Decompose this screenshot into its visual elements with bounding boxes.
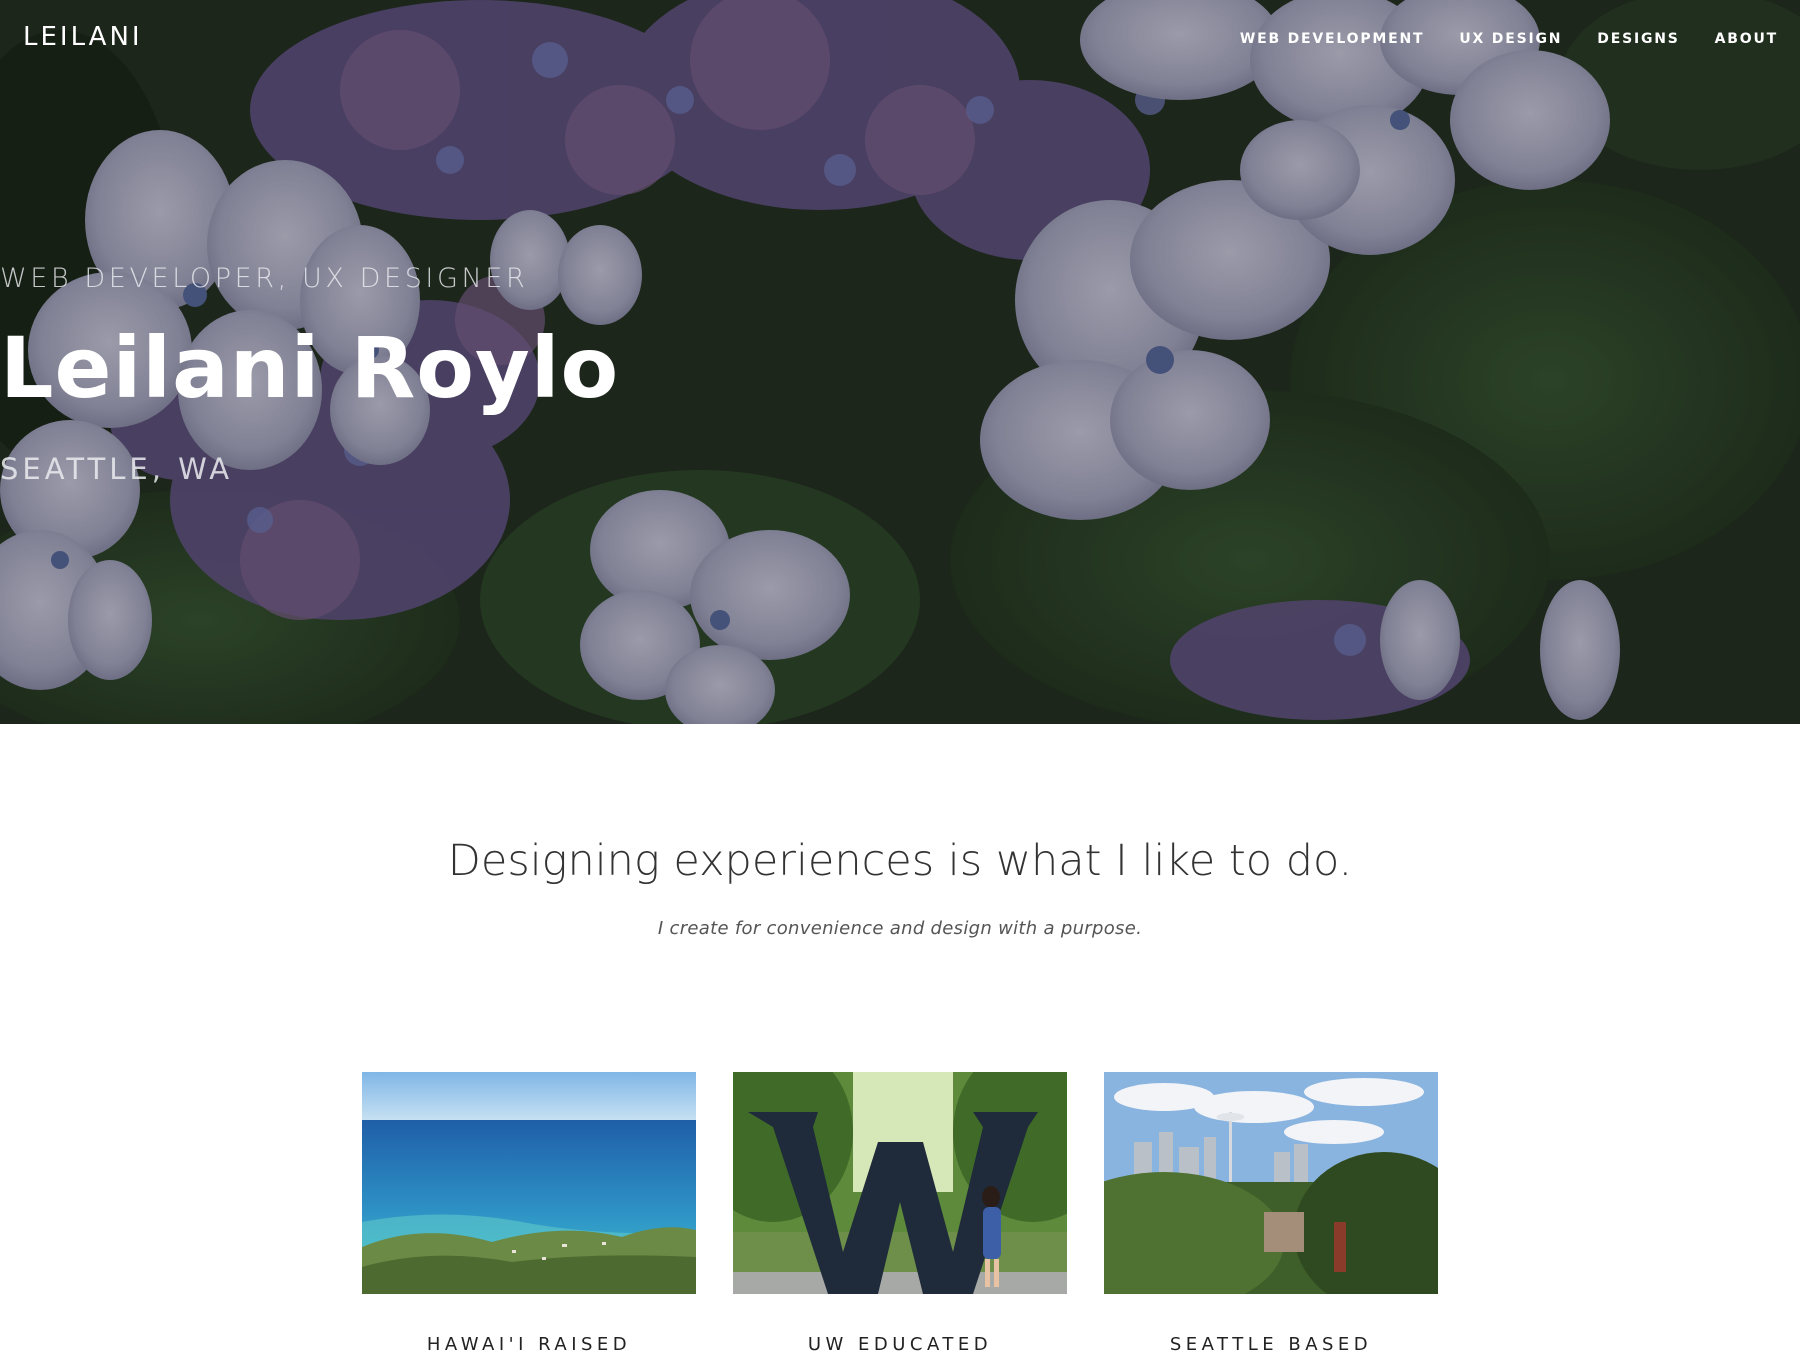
hero-location: SEATTLE, WA xyxy=(0,452,234,486)
hero-eyebrow: WEB DEVELOPER, UX DESIGNER xyxy=(0,263,529,294)
uw-w-statue-photo xyxy=(733,1072,1067,1294)
card-hawaii: HAWAI'I RAISED xyxy=(362,1072,696,1355)
nav-item-web-development[interactable]: WEB DEVELOPMENT xyxy=(1240,31,1424,47)
site-logo[interactable]: LEILANI xyxy=(23,22,143,52)
hero-section: LEILANI WEB DEVELOPMENT UX DESIGN DESIGN… xyxy=(0,0,1800,724)
nav-item-designs[interactable]: DESIGNS xyxy=(1597,31,1679,47)
seattle-skyline-photo xyxy=(1104,1072,1438,1294)
hawaii-coastline-photo xyxy=(362,1072,696,1294)
intro-subheading: I create for convenience and design with… xyxy=(657,918,1143,939)
main-nav: WEB DEVELOPMENT UX DESIGN DESIGNS ABOUT xyxy=(1240,31,1778,47)
card-label-uw: UW EDUCATED xyxy=(807,1334,993,1355)
nav-item-ux-design[interactable]: UX DESIGN xyxy=(1459,31,1562,47)
card-uw: UW EDUCATED xyxy=(733,1072,1067,1355)
card-seattle: SEATTLE BASED xyxy=(1104,1072,1438,1355)
nav-item-about[interactable]: ABOUT xyxy=(1715,31,1778,47)
card-label-seattle: SEATTLE BASED xyxy=(1169,1334,1373,1355)
hero-name: Leilani Roylo xyxy=(0,319,620,417)
intro-heading: Designing experiences is what I like to … xyxy=(447,836,1353,886)
card-label-hawaii: HAWAI'I RAISED xyxy=(426,1334,632,1355)
